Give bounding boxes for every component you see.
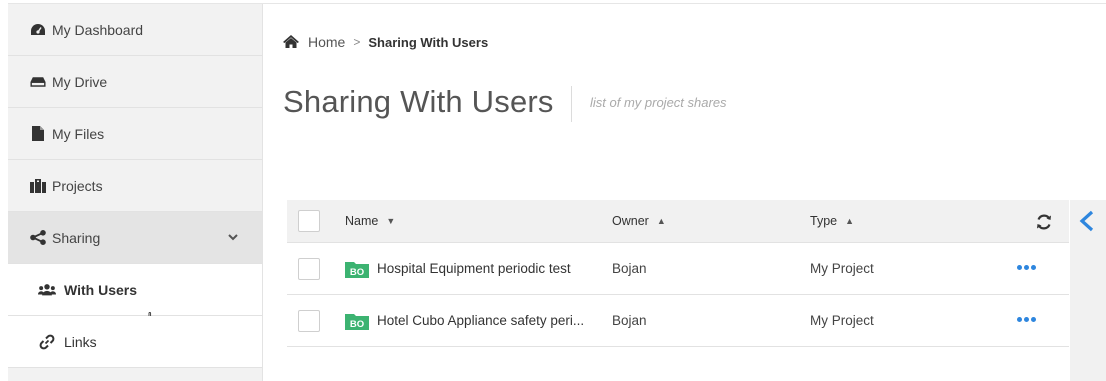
- svg-text:BO: BO: [350, 319, 364, 330]
- sidebar-item-my-dashboard[interactable]: My Dashboard: [8, 4, 262, 56]
- row-name: Hospital Equipment periodic test: [377, 261, 571, 276]
- row-type: My Project: [810, 261, 874, 276]
- drive-icon: [30, 74, 46, 90]
- page-title: Sharing With Users: [283, 84, 554, 119]
- table-row[interactable]: BO Hotel Cubo Appliance safety peri... B…: [287, 295, 1069, 347]
- sidebar-item-my-files[interactable]: My Files: [8, 108, 262, 160]
- row-checkbox[interactable]: [298, 258, 320, 280]
- sidebar-item-label: My Dashboard: [52, 21, 144, 38]
- sidebar: My Dashboard My Drive My Files Projects …: [8, 4, 263, 381]
- sidebar-subitem-label: Links: [64, 333, 97, 350]
- select-all-checkbox[interactable]: [298, 210, 320, 232]
- sidebar-subitem-links[interactable]: Links: [8, 316, 262, 368]
- folder-icon: BO: [345, 312, 369, 330]
- sidebar-item-projects[interactable]: Projects: [8, 160, 262, 212]
- sort-both-icon: ▲︎: [656, 216, 666, 226]
- sidebar-item-label: My Files: [52, 125, 105, 142]
- refresh-icon[interactable]: [1035, 213, 1053, 231]
- sidebar-item-my-drive[interactable]: My Drive: [8, 56, 262, 108]
- chevron-left-icon[interactable]: [1078, 210, 1096, 232]
- column-header-type[interactable]: Type ▲︎: [810, 214, 854, 228]
- svg-text:BO: BO: [350, 267, 364, 278]
- dashboard-icon: [30, 22, 46, 38]
- title-divider: [571, 86, 572, 122]
- column-header-owner[interactable]: Owner ▲︎: [612, 214, 666, 228]
- breadcrumb-current: Sharing With Users: [368, 34, 489, 50]
- row-type: My Project: [810, 313, 874, 328]
- sidebar-item-label: Sharing: [52, 229, 101, 246]
- share-icon: [30, 230, 46, 246]
- page-subtitle: list of my project shares: [590, 95, 727, 110]
- sidebar-item-label: My Drive: [52, 73, 108, 90]
- column-header-name[interactable]: Name ▼: [345, 214, 395, 228]
- users-icon: [38, 282, 56, 298]
- sort-both-icon: ▲︎: [845, 216, 855, 226]
- sort-desc-icon: ▼: [386, 216, 396, 226]
- chevron-down-icon[interactable]: [226, 230, 240, 244]
- sidebar-item-label: Projects: [52, 177, 103, 194]
- breadcrumb-home-link[interactable]: Home: [308, 34, 345, 50]
- link-icon: [38, 334, 56, 350]
- sidebar-item-sharing[interactable]: Sharing: [8, 212, 262, 264]
- file-icon: [30, 126, 46, 142]
- table-header: Name ▼ Owner ▲︎ Type ▲︎: [287, 200, 1069, 243]
- folder-icon: BO: [345, 260, 369, 278]
- table-row[interactable]: BO Hospital Equipment periodic test Boja…: [287, 243, 1069, 295]
- shares-table: Name ▼ Owner ▲︎ Type ▲︎ BO Hospital Equi…: [287, 200, 1069, 347]
- sidebar-subitem-with-users[interactable]: With Users: [8, 264, 262, 331]
- sidebar-subitem-label: With Users: [64, 281, 138, 298]
- row-checkbox[interactable]: [298, 310, 320, 332]
- more-actions-icon[interactable]: [1017, 317, 1036, 322]
- row-owner: Bojan: [612, 313, 647, 328]
- projects-icon: [30, 178, 46, 194]
- more-actions-icon[interactable]: [1017, 265, 1036, 270]
- breadcrumb-separator: >: [353, 35, 361, 49]
- row-owner: Bojan: [612, 261, 647, 276]
- row-name-cell[interactable]: BO Hotel Cubo Appliance safety peri...: [345, 312, 584, 330]
- row-name-cell[interactable]: BO Hospital Equipment periodic test: [345, 260, 571, 278]
- row-name: Hotel Cubo Appliance safety peri...: [377, 313, 585, 328]
- home-icon[interactable]: [282, 34, 300, 50]
- breadcrumb: Home > Sharing With Users: [282, 34, 488, 50]
